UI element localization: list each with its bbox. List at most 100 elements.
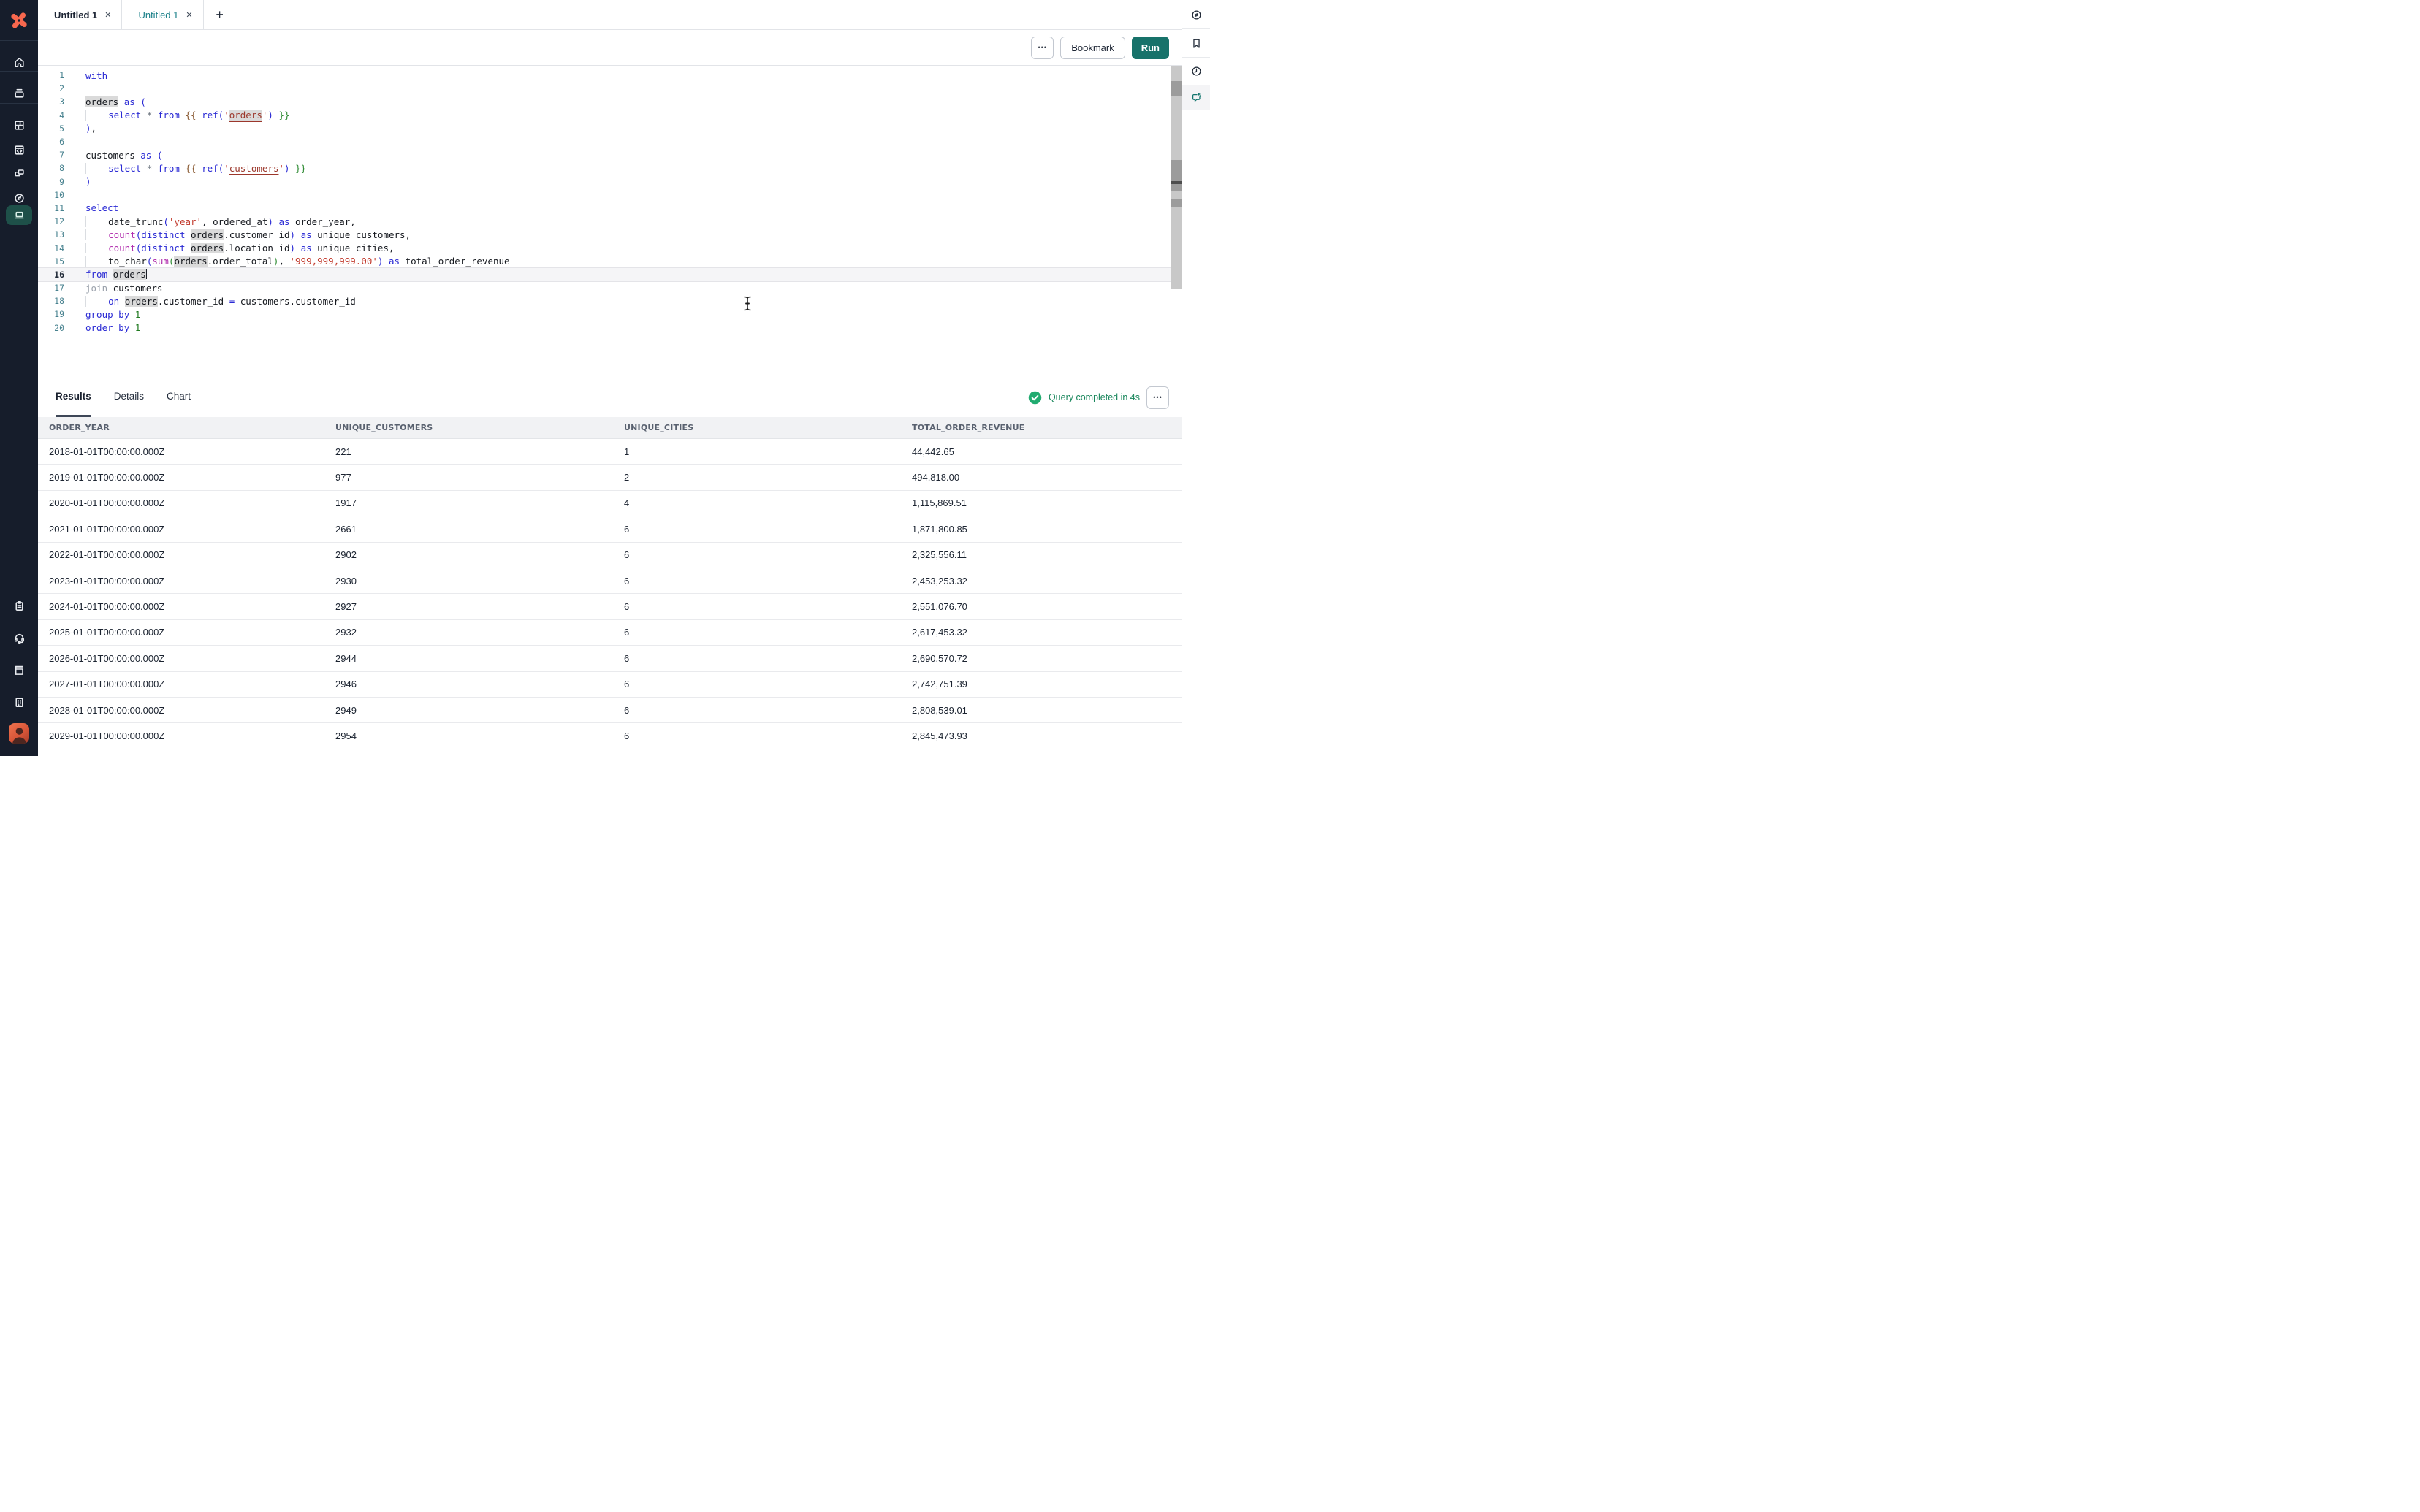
table-row[interactable]: 2027-01-01T00:00:00.000Z294662,742,751.3… [38, 672, 1182, 698]
document-tab-1[interactable]: Untitled 1✕ [38, 0, 122, 29]
run-button[interactable]: Run [1132, 37, 1169, 59]
line-number: 8 [38, 163, 64, 173]
headset-icon [13, 632, 26, 644]
code-line-17[interactable]: 17join customers [38, 281, 1182, 294]
table-row[interactable]: 2023-01-01T00:00:00.000Z293062,453,253.3… [38, 568, 1182, 594]
code-line-2[interactable]: 2 [38, 82, 1182, 95]
table-row[interactable]: 2024-01-01T00:00:00.000Z292762,551,076.7… [38, 594, 1182, 619]
code-line-18[interactable]: 18 on orders.customer_id = customers.cus… [38, 294, 1182, 308]
code-line-15[interactable]: 15 to_char(sum(orders.order_total), '999… [38, 255, 1182, 268]
new-tab-button[interactable]: + [204, 0, 236, 29]
table-row[interactable]: 2030-01-01T00:00:00.000Z287961,841,049.3… [38, 749, 1182, 756]
hex-logo[interactable] [0, 0, 38, 40]
table-cell: 2,325,556.11 [901, 549, 1182, 560]
tab-results[interactable]: Results [56, 378, 91, 417]
code-line-7[interactable]: 7customers as ( [38, 148, 1182, 161]
code-line-16[interactable]: 16from orders [38, 268, 1182, 281]
left-sidebar [0, 0, 38, 756]
table-row[interactable]: 2026-01-01T00:00:00.000Z294462,690,570.7… [38, 646, 1182, 671]
sidebar-item-home-icon[interactable] [0, 50, 38, 75]
code-line-12[interactable]: 12 date_trunc('year', ordered_at) as ord… [38, 215, 1182, 228]
table-row[interactable]: 2028-01-01T00:00:00.000Z294962,808,539.0… [38, 698, 1182, 723]
bookmark-button[interactable]: Bookmark [1060, 37, 1125, 59]
check-circle-icon [1028, 391, 1042, 405]
rail-divider [1182, 57, 1210, 58]
code-line-20[interactable]: 20order by 1 [38, 321, 1182, 335]
column-header-total_order_revenue[interactable]: TOTAL_ORDER_REVENUE [901, 417, 1182, 439]
code-line-1[interactable]: 1with [38, 69, 1182, 82]
code-line-5[interactable]: 5), [38, 122, 1182, 135]
right-rail-item-history-clock-icon[interactable] [1182, 60, 1210, 82]
code-line-3[interactable]: 3orders as ( [38, 95, 1182, 108]
right-rail-item-compass-icon[interactable] [1182, 4, 1210, 26]
results-more-button[interactable]: ••• [1146, 386, 1169, 409]
code-line-6[interactable]: 6 [38, 135, 1182, 148]
user-avatar[interactable] [9, 723, 29, 744]
editor-scrollbar[interactable] [1171, 66, 1182, 289]
table-row[interactable]: 2021-01-01T00:00:00.000Z266161,871,800.8… [38, 516, 1182, 542]
table-body[interactable]: 2018-01-01T00:00:00.000Z221144,442.65201… [38, 439, 1182, 756]
compass-icon [13, 192, 26, 205]
close-icon[interactable]: ✕ [186, 10, 192, 20]
sidebar-item-laptop-icon[interactable] [6, 205, 32, 225]
code-line-11[interactable]: 11select [38, 202, 1182, 215]
right-rail-item-ai-chat-sparkles-icon[interactable] [1182, 86, 1210, 108]
table-cell: 4 [613, 497, 901, 508]
line-number: 1 [38, 70, 64, 80]
query-status-text: Query completed in 4s [1049, 392, 1140, 402]
table-row[interactable]: 2025-01-01T00:00:00.000Z293262,617,453.3… [38, 620, 1182, 646]
code-text: order by 1 [64, 322, 140, 333]
tab-details[interactable]: Details [114, 378, 144, 417]
table-cell: 977 [324, 472, 613, 483]
table-cell: 2932 [324, 627, 613, 638]
sidebar-item-dashboard-grid-icon[interactable] [0, 112, 38, 137]
table-row[interactable]: 2020-01-01T00:00:00.000Z191741,115,869.5… [38, 491, 1182, 516]
ai-chat-sparkles-icon [1190, 91, 1203, 104]
sidebar-item-building-icon[interactable] [0, 690, 38, 714]
laptop-icon [13, 209, 26, 221]
tab-chart[interactable]: Chart [167, 378, 191, 417]
sidebar-item-clipboard-icon[interactable] [0, 593, 38, 618]
close-icon[interactable]: ✕ [104, 10, 111, 20]
code-text: orders as ( [64, 96, 146, 107]
line-number: 4 [38, 110, 64, 121]
code-line-19[interactable]: 19group by 1 [38, 308, 1182, 321]
scrollbar-marker [1171, 184, 1182, 191]
code-line-10[interactable]: 10 [38, 188, 1182, 202]
code-text: customers as ( [64, 150, 162, 161]
column-header-unique_cities[interactable]: UNIQUE_CITIES [613, 417, 901, 439]
table-row[interactable]: 2019-01-01T00:00:00.000Z9772494,818.00 [38, 465, 1182, 490]
table-cell: 6 [613, 730, 901, 741]
column-header-order_year[interactable]: ORDER_YEAR [38, 417, 324, 439]
sidebar-item-headset-icon[interactable] [0, 625, 38, 650]
document-tab-2[interactable]: Untitled 1 ✕ [122, 0, 203, 29]
code-window-icon [13, 144, 26, 156]
table-cell: 2019-01-01T00:00:00.000Z [38, 472, 324, 483]
right-rail-item-bookmark-icon[interactable] [1182, 32, 1210, 54]
code-text: select * from {{ ref('orders') }} [64, 110, 290, 121]
more-options-button[interactable]: ••• [1031, 37, 1054, 59]
code-line-14[interactable]: 14 count(distinct orders.location_id) as… [38, 241, 1182, 254]
line-number: 9 [38, 177, 64, 187]
line-number: 16 [38, 270, 64, 280]
sidebar-item-code-window-icon[interactable] [0, 137, 38, 162]
sidebar-item-windows-icon[interactable] [0, 161, 38, 186]
table-row[interactable]: 2018-01-01T00:00:00.000Z221144,442.65 [38, 439, 1182, 465]
table-row[interactable]: 2029-01-01T00:00:00.000Z295462,845,473.9… [38, 723, 1182, 749]
code-line-13[interactable]: 13 count(distinct orders.customer_id) as… [38, 228, 1182, 241]
rail-divider [1182, 28, 1210, 29]
tab-label: Untitled 1 [138, 9, 178, 20]
code-text: to_char(sum(orders.order_total), '999,99… [64, 256, 510, 267]
sidebar-item-archive-tray-icon[interactable] [0, 80, 38, 105]
code-line-8[interactable]: 8 select * from {{ ref('customers') }} [38, 161, 1182, 175]
sidebar-item-book-icon[interactable] [0, 657, 38, 682]
table-cell: 6 [613, 549, 901, 560]
column-header-unique_customers[interactable]: UNIQUE_CUSTOMERS [324, 417, 613, 439]
code-line-9[interactable]: 9) [38, 175, 1182, 188]
line-number: 19 [38, 309, 64, 319]
results-panel: Results Details Chart Query completed in 4… [38, 378, 1182, 756]
sql-editor[interactable]: 1with23orders as (4 select * from {{ ref… [38, 66, 1182, 378]
table-row[interactable]: 2022-01-01T00:00:00.000Z290262,325,556.1… [38, 543, 1182, 568]
line-number: 3 [38, 96, 64, 107]
code-line-4[interactable]: 4 select * from {{ ref('orders') }} [38, 109, 1182, 122]
